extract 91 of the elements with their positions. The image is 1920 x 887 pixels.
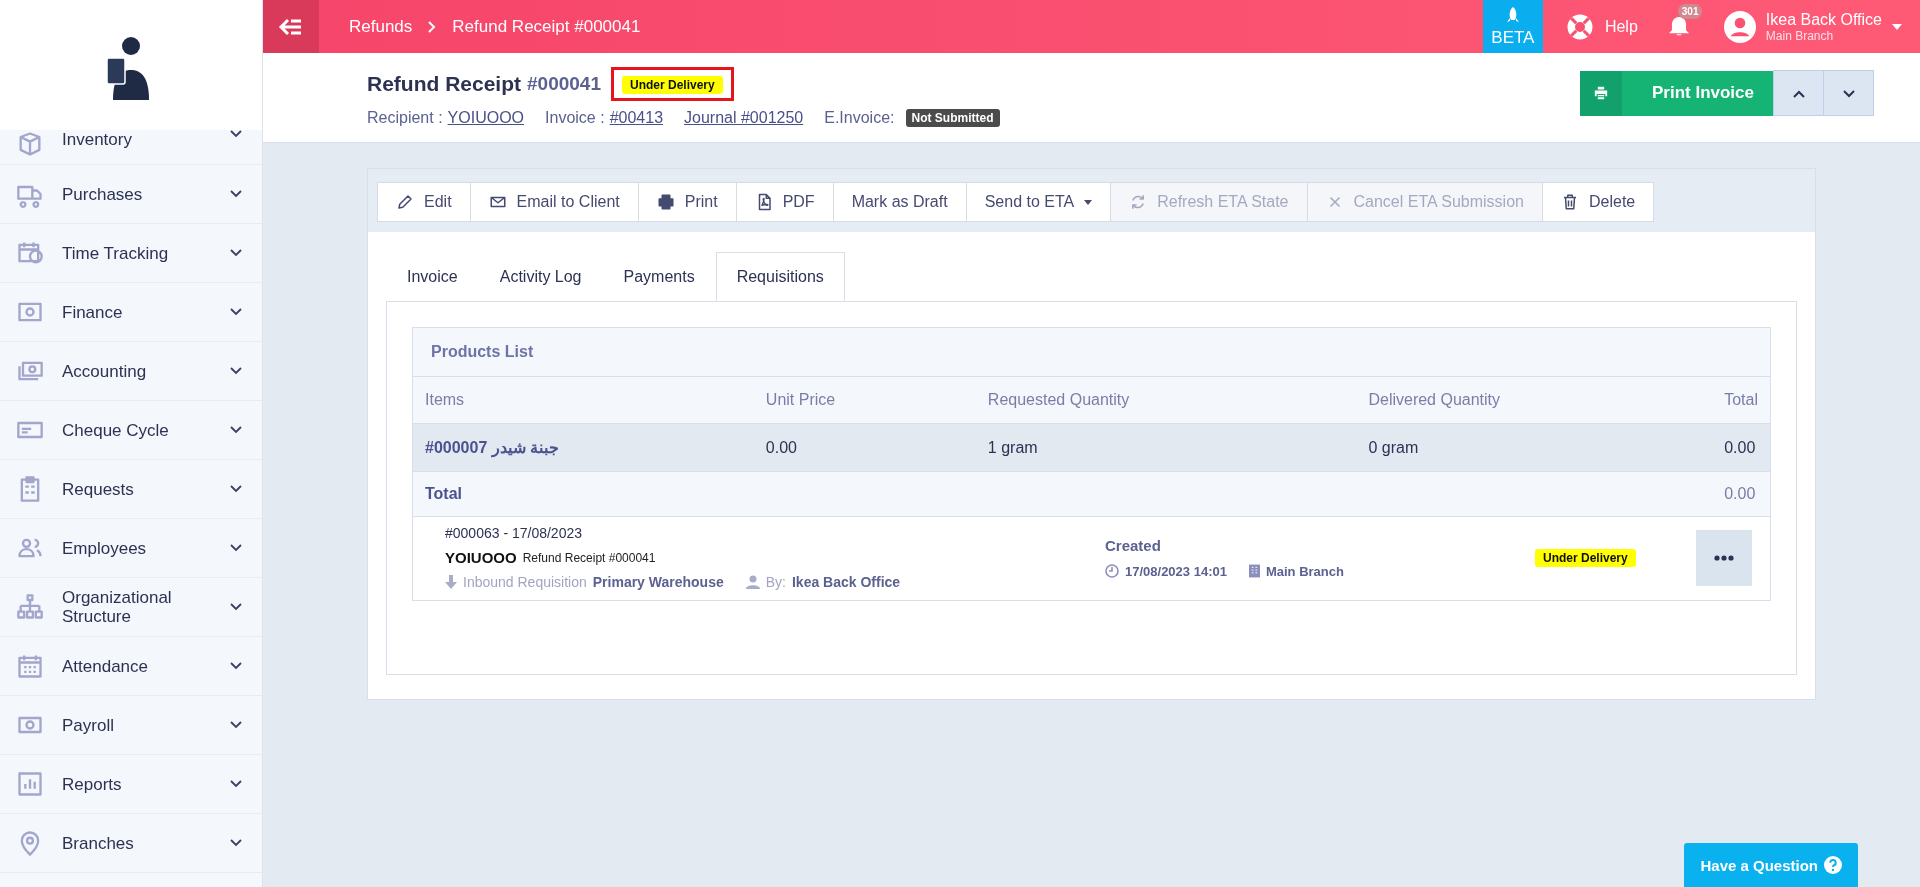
column-header: Requested Quantity xyxy=(975,377,1357,424)
sidebar-item[interactable]: Branches xyxy=(0,814,262,873)
chevron-down-icon xyxy=(230,367,242,375)
sidebar-item[interactable]: Organizational Structure xyxy=(0,578,262,637)
sidebar-item[interactable]: Finance xyxy=(0,283,262,342)
question-mark-icon xyxy=(1824,856,1842,874)
requisition-datetime: 17/08/2023 14:01 xyxy=(1125,563,1227,579)
by-label: By: xyxy=(765,574,786,590)
toolbar-button[interactable]: PDF xyxy=(735,182,834,222)
ellipsis-icon xyxy=(1714,554,1734,561)
user-avatar-icon xyxy=(1723,10,1756,43)
requisition-reference: Refund Receipt #000041 xyxy=(522,550,656,565)
sidebar-item[interactable]: Attendance xyxy=(0,637,262,696)
column-header: Unit Price xyxy=(753,377,976,424)
chevron-down-icon xyxy=(230,249,242,257)
tab[interactable]: Payments xyxy=(602,252,716,302)
sidebar-item[interactable]: Purchases xyxy=(0,165,262,224)
chevron-down-icon xyxy=(1842,89,1855,98)
printer-icon xyxy=(1591,84,1610,102)
sidebar-item[interactable]: Reports xyxy=(0,755,262,814)
more-options-button[interactable] xyxy=(1696,529,1752,586)
products-list-heading: Products List xyxy=(413,328,1770,377)
e-invoice-label: E.Invoice: xyxy=(824,109,895,127)
total-label: Total xyxy=(413,471,754,517)
chevron-down-icon xyxy=(230,130,242,138)
toolbar-button[interactable]: Edit xyxy=(377,182,471,222)
printer-icon xyxy=(656,193,675,211)
chevron-down-icon xyxy=(230,780,242,788)
invoice-link[interactable]: #00413 xyxy=(609,109,664,127)
back-arrow-icon xyxy=(278,16,304,37)
pencil-icon xyxy=(396,193,414,211)
requisition-type: Inbound Requisition xyxy=(463,574,587,590)
page-title: Refund Receipt xyxy=(367,72,521,96)
recipient-link[interactable]: YOIUOOO xyxy=(447,109,525,127)
tab[interactable]: Requisitions xyxy=(715,252,845,302)
chevron-down-icon xyxy=(230,426,242,434)
person-icon xyxy=(745,575,760,589)
toolbar-button[interactable]: Email to Client xyxy=(469,182,639,222)
invoice-label: Invoice : xyxy=(545,109,605,127)
chart-icon xyxy=(16,770,44,798)
building-icon xyxy=(1248,564,1260,578)
chevron-down-icon xyxy=(230,190,242,198)
arrow-down-icon xyxy=(445,575,457,589)
sidebar-item[interactable]: Payroll xyxy=(0,696,262,755)
clock-icon xyxy=(1105,564,1119,578)
chevron-down-icon xyxy=(230,662,242,670)
column-header: Total xyxy=(1712,377,1770,424)
status-badge: Under Delivery xyxy=(1535,548,1636,567)
chevron-down-icon xyxy=(230,721,242,729)
sidebar-item[interactable]: Employees xyxy=(0,519,262,578)
sidebar-item[interactable]: Requests xyxy=(0,460,262,519)
chevron-down-icon xyxy=(230,839,242,847)
org-icon xyxy=(16,593,44,621)
sidebar-item[interactable]: Time Tracking xyxy=(0,224,262,283)
e-invoice-status-badge: Not Submitted xyxy=(905,109,1000,127)
notification-count-badge: 301 xyxy=(1677,4,1703,19)
chevron-down-icon xyxy=(230,603,242,611)
total-value: 0.00 xyxy=(1712,471,1770,517)
chevron-down-icon xyxy=(230,485,242,493)
chevron-right-icon xyxy=(428,20,437,33)
sidebar-item[interactable]: Accounting xyxy=(0,342,262,401)
tab[interactable]: Invoice xyxy=(386,252,479,302)
journal-link[interactable]: Journal #001250 xyxy=(684,109,804,127)
menu-toggle-button[interactable] xyxy=(263,0,319,53)
column-header: Items xyxy=(413,377,754,424)
chevron-down-icon xyxy=(230,308,242,316)
recipient-label: Recipient : xyxy=(367,109,443,127)
sidebar-item[interactable]: Inventory xyxy=(0,130,262,165)
created-by-name: Ikea Back Office xyxy=(792,574,901,590)
item-cell: #000007 جبنة شيدر xyxy=(413,423,754,472)
receipt-number: #000041 xyxy=(527,73,601,95)
warehouse-name: Primary Warehouse xyxy=(592,574,724,590)
chevron-up-icon xyxy=(1792,89,1805,98)
table-cell: 0 gram xyxy=(1356,423,1713,472)
toolbar-button[interactable]: Print xyxy=(637,182,737,222)
table-cell: 0.00 xyxy=(1712,423,1770,472)
toolbar-button[interactable]: Delete xyxy=(1541,182,1655,222)
sidebar-item[interactable]: Cheque Cycle xyxy=(0,401,262,460)
requisition-number-date: #000063 - 17/08/2023 xyxy=(445,525,583,541)
caret-icon xyxy=(1892,23,1902,30)
toolbar-button[interactable]: Mark as Draft xyxy=(832,182,967,222)
table-cell: 0.00 xyxy=(753,423,976,472)
branch-name: Main Branch xyxy=(1265,563,1344,579)
requisition-client: YOIUOOO xyxy=(445,549,517,566)
table-cell: 1 gram xyxy=(975,423,1357,472)
toolbar-button[interactable]: Send to ETA xyxy=(965,182,1112,222)
requisition-state: Created xyxy=(1105,536,1162,554)
column-header: Delivered Quantity xyxy=(1356,377,1713,424)
chevron-down-icon xyxy=(230,544,242,552)
status-badge: Under Delivery xyxy=(622,76,723,94)
tab[interactable]: Activity Log xyxy=(478,252,603,302)
